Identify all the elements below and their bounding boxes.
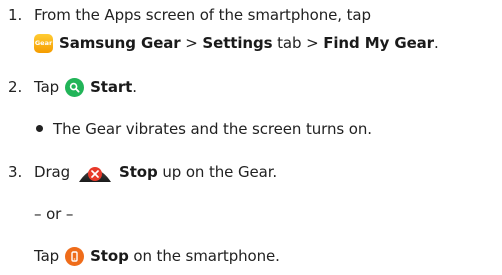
step-prefix: Drag	[34, 163, 71, 181]
step-number: 2.	[8, 78, 23, 96]
step-text: Drag Stop up on the Gear.	[34, 161, 277, 183]
stop-button-label: Stop	[90, 247, 129, 265]
separator: >	[180, 34, 203, 52]
close-icon	[77, 161, 113, 183]
samsung-gear-app-icon: Gear	[34, 33, 53, 53]
step-number: 3.	[8, 163, 23, 181]
bullet-icon	[36, 125, 43, 132]
step-number: 1.	[8, 6, 23, 24]
step-text-alt: Tap Stop on the smartphone.	[34, 245, 280, 267]
step-prefix: Tap	[34, 78, 60, 96]
search-icon	[65, 77, 85, 97]
app-name: Samsung Gear	[59, 34, 181, 52]
tab-word: tab >	[272, 34, 324, 52]
stop-button-label: Stop	[119, 163, 158, 181]
step-prefix: Tap	[34, 247, 60, 265]
or-separator: – or –	[34, 205, 74, 223]
feature-name: Find My Gear	[323, 34, 434, 52]
tab-name: Settings	[202, 34, 273, 52]
step-suffix: on the smartphone.	[128, 247, 280, 265]
bullet-text: The Gear vibrates and the screen turns o…	[53, 120, 372, 138]
step-text-continued: Gear Samsung Gear > Settings tab > Find …	[34, 32, 439, 54]
phone-icon	[65, 246, 85, 266]
start-button-label: Start	[90, 78, 133, 96]
period: .	[433, 34, 439, 52]
step-text: From the Apps screen of the smartphone, …	[34, 6, 371, 24]
step-suffix: up on the Gear.	[157, 163, 278, 181]
step-text: Tap Start .	[34, 76, 137, 98]
period: .	[132, 78, 137, 96]
